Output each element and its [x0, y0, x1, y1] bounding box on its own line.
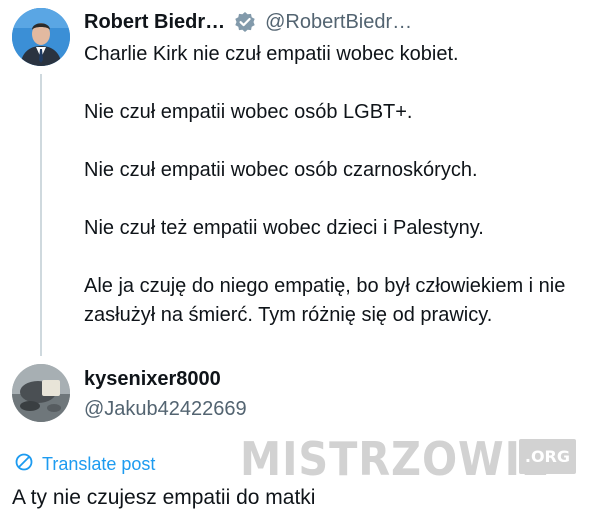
author-display-name[interactable]: Robert Biedr… [84, 11, 225, 34]
reply-text: A ty nie czujesz empatii do matki [12, 486, 316, 509]
translate-post-label: Translate post [42, 454, 156, 474]
watermark-text: MISTRZOWIE [240, 432, 551, 486]
reply-author-handle[interactable]: @Jakub42422669 [84, 398, 247, 421]
watermark-suffix: .ORG [518, 439, 576, 474]
avatar[interactable] [12, 8, 70, 66]
tweet-paragraph: Nie czuł empatii wobec osób czarnoskóryc… [84, 159, 478, 181]
author-handle[interactable]: @RobertBiedr… [265, 11, 412, 34]
globe-icon [14, 452, 34, 477]
reply-author-display-name[interactable]: kysenixer8000 [84, 368, 221, 391]
thread-connector-line [40, 74, 42, 356]
tweet-paragraph: Nie czuł też empatii wobec dzieci i Pale… [84, 217, 484, 239]
tweet-header: Robert Biedr… @RobertBiedr… [84, 8, 412, 36]
tweet-text: Charlie Kirk nie czuł empatii wobec kobi… [84, 40, 594, 330]
avatar[interactable] [12, 364, 70, 422]
verified-badge-icon [234, 11, 256, 33]
watermark: MISTRZOWIE .ORG [240, 432, 576, 486]
tweet-paragraph: Ale ja czuję do niego empatię, bo był cz… [84, 275, 566, 326]
tweet-paragraph: Nie czuł empatii wobec osób LGBT+. [84, 101, 413, 123]
tweet-paragraph: Charlie Kirk nie czuł empatii wobec kobi… [84, 43, 459, 65]
translate-post-link[interactable]: Translate post [14, 452, 155, 477]
